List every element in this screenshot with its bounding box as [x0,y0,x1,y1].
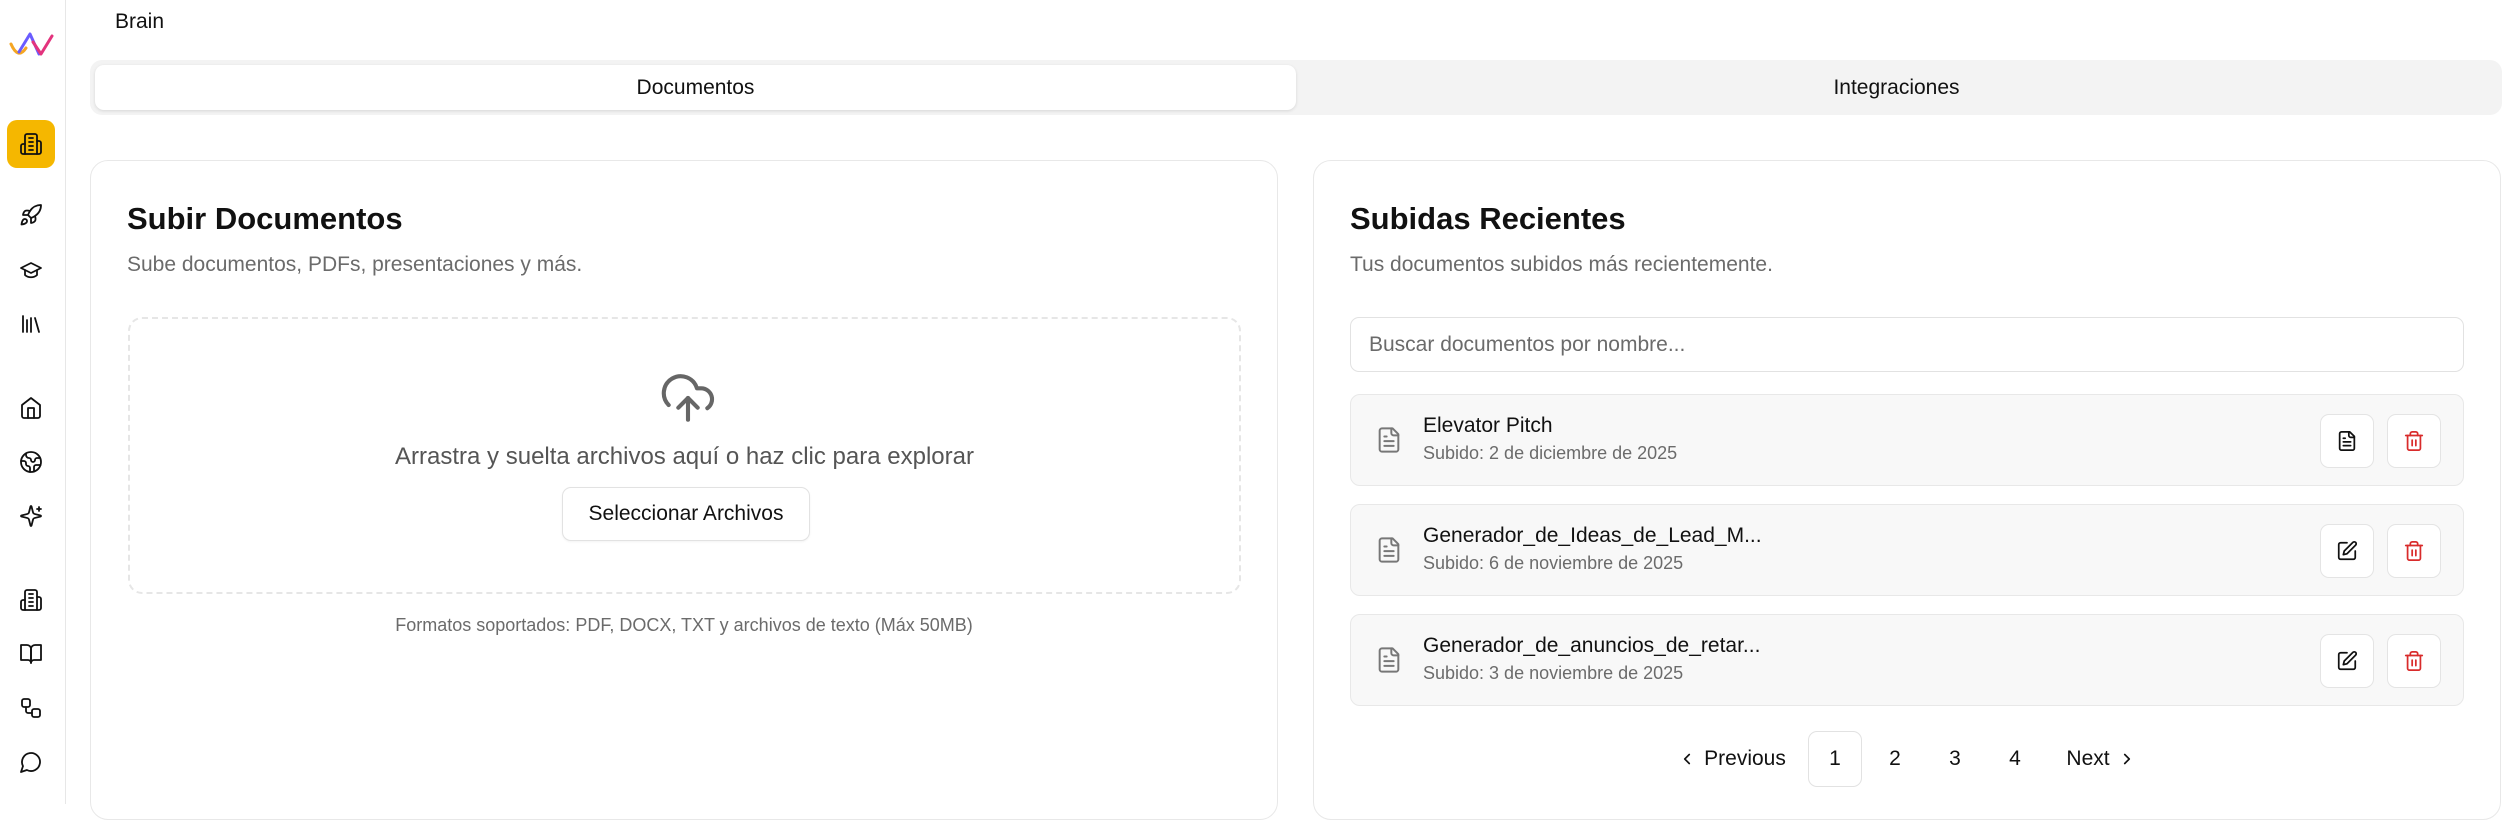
upload-card-title: Subir Documentos [127,201,403,236]
page-button-1[interactable]: 1 [1808,731,1862,787]
upload-card: Subir Documentos Sube documentos, PDFs, … [90,160,1278,820]
recent-uploads-card: Subidas Recientes Tus documentos subidos… [1313,160,2501,820]
trash-icon [2404,430,2424,452]
trash-icon [2404,650,2424,672]
globe-icon [20,451,42,473]
building-icon [20,589,42,611]
chevron-right-icon [2123,753,2130,765]
delete-document-button[interactable] [2387,524,2441,578]
sparkles-icon [20,505,42,527]
upload-card-subtitle: Sube documentos, PDFs, presentaciones y … [127,253,583,276]
document-name: Generador_de_Ideas_de_Lead_M... [1423,524,1762,547]
previous-label: Previous [1704,747,1786,770]
library-icon [22,315,40,333]
nav-ai[interactable] [7,492,55,540]
nav-launch[interactable] [7,191,55,239]
view-document-button[interactable] [2320,414,2374,468]
next-label: Next [2066,747,2110,770]
nav-library[interactable] [7,300,55,348]
document-search-input[interactable] [1350,317,2464,372]
previous-page-button[interactable]: Previous [1672,731,1792,787]
page-button-3[interactable]: 3 [1928,731,1982,787]
nav-documents[interactable] [7,120,55,168]
document-row[interactable]: Generador_de_anuncios_de_retar... Subido… [1350,614,2464,706]
nav-company[interactable] [7,576,55,624]
recent-card-title: Subidas Recientes [1350,201,1626,236]
nav-training[interactable] [7,246,55,294]
tab-integraciones[interactable]: Integraciones [1296,65,2497,110]
delete-document-button[interactable] [2387,414,2441,468]
nav-home[interactable] [7,384,55,432]
pagination: Previous 1 2 3 4 Next [1314,731,2500,787]
file-text-icon [1378,537,1400,563]
document-upload-date: Subido: 3 de noviembre de 2025 [1423,663,1684,683]
document-row[interactable]: Elevator Pitch Subido: 2 de diciembre de… [1350,394,2464,486]
chevron-left-icon [1684,753,1691,765]
building-icon [20,133,42,155]
graduation-cap-icon [20,262,42,279]
home-icon [21,397,41,419]
file-text-icon [1378,427,1400,453]
edit-document-button[interactable] [2320,634,2374,688]
supported-formats-note: Formatos soportados: PDF, DOCX, TXT y ar… [395,615,973,635]
document-row[interactable]: Generador_de_Ideas_de_Lead_M... Subido: … [1350,504,2464,596]
sidebar [0,0,66,804]
file-text-icon [2338,430,2356,452]
message-circle-icon [20,752,41,773]
nav-workflows[interactable] [7,684,55,732]
page-button-4[interactable]: 4 [1988,731,2042,787]
next-page-button[interactable]: Next [2056,731,2146,787]
cloud-upload-icon [661,374,715,422]
edit-document-button[interactable] [2320,524,2374,578]
file-text-icon [1378,647,1400,673]
nav-chat[interactable] [7,738,55,786]
page-button-2[interactable]: 2 [1868,731,1922,787]
document-upload-date: Subido: 2 de diciembre de 2025 [1423,443,1678,463]
nav-docs[interactable] [7,630,55,678]
dropzone-text: Arrastra y suelta archivos aquí o haz cl… [395,443,974,470]
document-name: Generador_de_anuncios_de_retar... [1423,634,1761,657]
book-open-icon [20,644,42,664]
tab-bar: Documentos Integraciones [90,60,2502,115]
edit-icon [2337,541,2357,561]
tab-documentos[interactable]: Documentos [95,65,1296,110]
rocket-icon [20,204,42,226]
nav-web[interactable] [7,438,55,486]
trash-icon [2404,540,2424,562]
recent-card-subtitle: Tus documentos subidos más recientemente… [1350,253,1773,276]
edit-icon [2337,651,2357,671]
page-title: Brain [115,10,165,33]
app-logo[interactable] [8,30,56,64]
document-upload-date: Subido: 6 de noviembre de 2025 [1423,553,1684,573]
workflow-icon [21,698,41,718]
file-dropzone[interactable]: Arrastra y suelta archivos aquí o haz cl… [128,317,1241,594]
delete-document-button[interactable] [2387,634,2441,688]
document-name: Elevator Pitch [1423,414,1553,437]
select-files-button[interactable]: Seleccionar Archivos [562,487,810,541]
